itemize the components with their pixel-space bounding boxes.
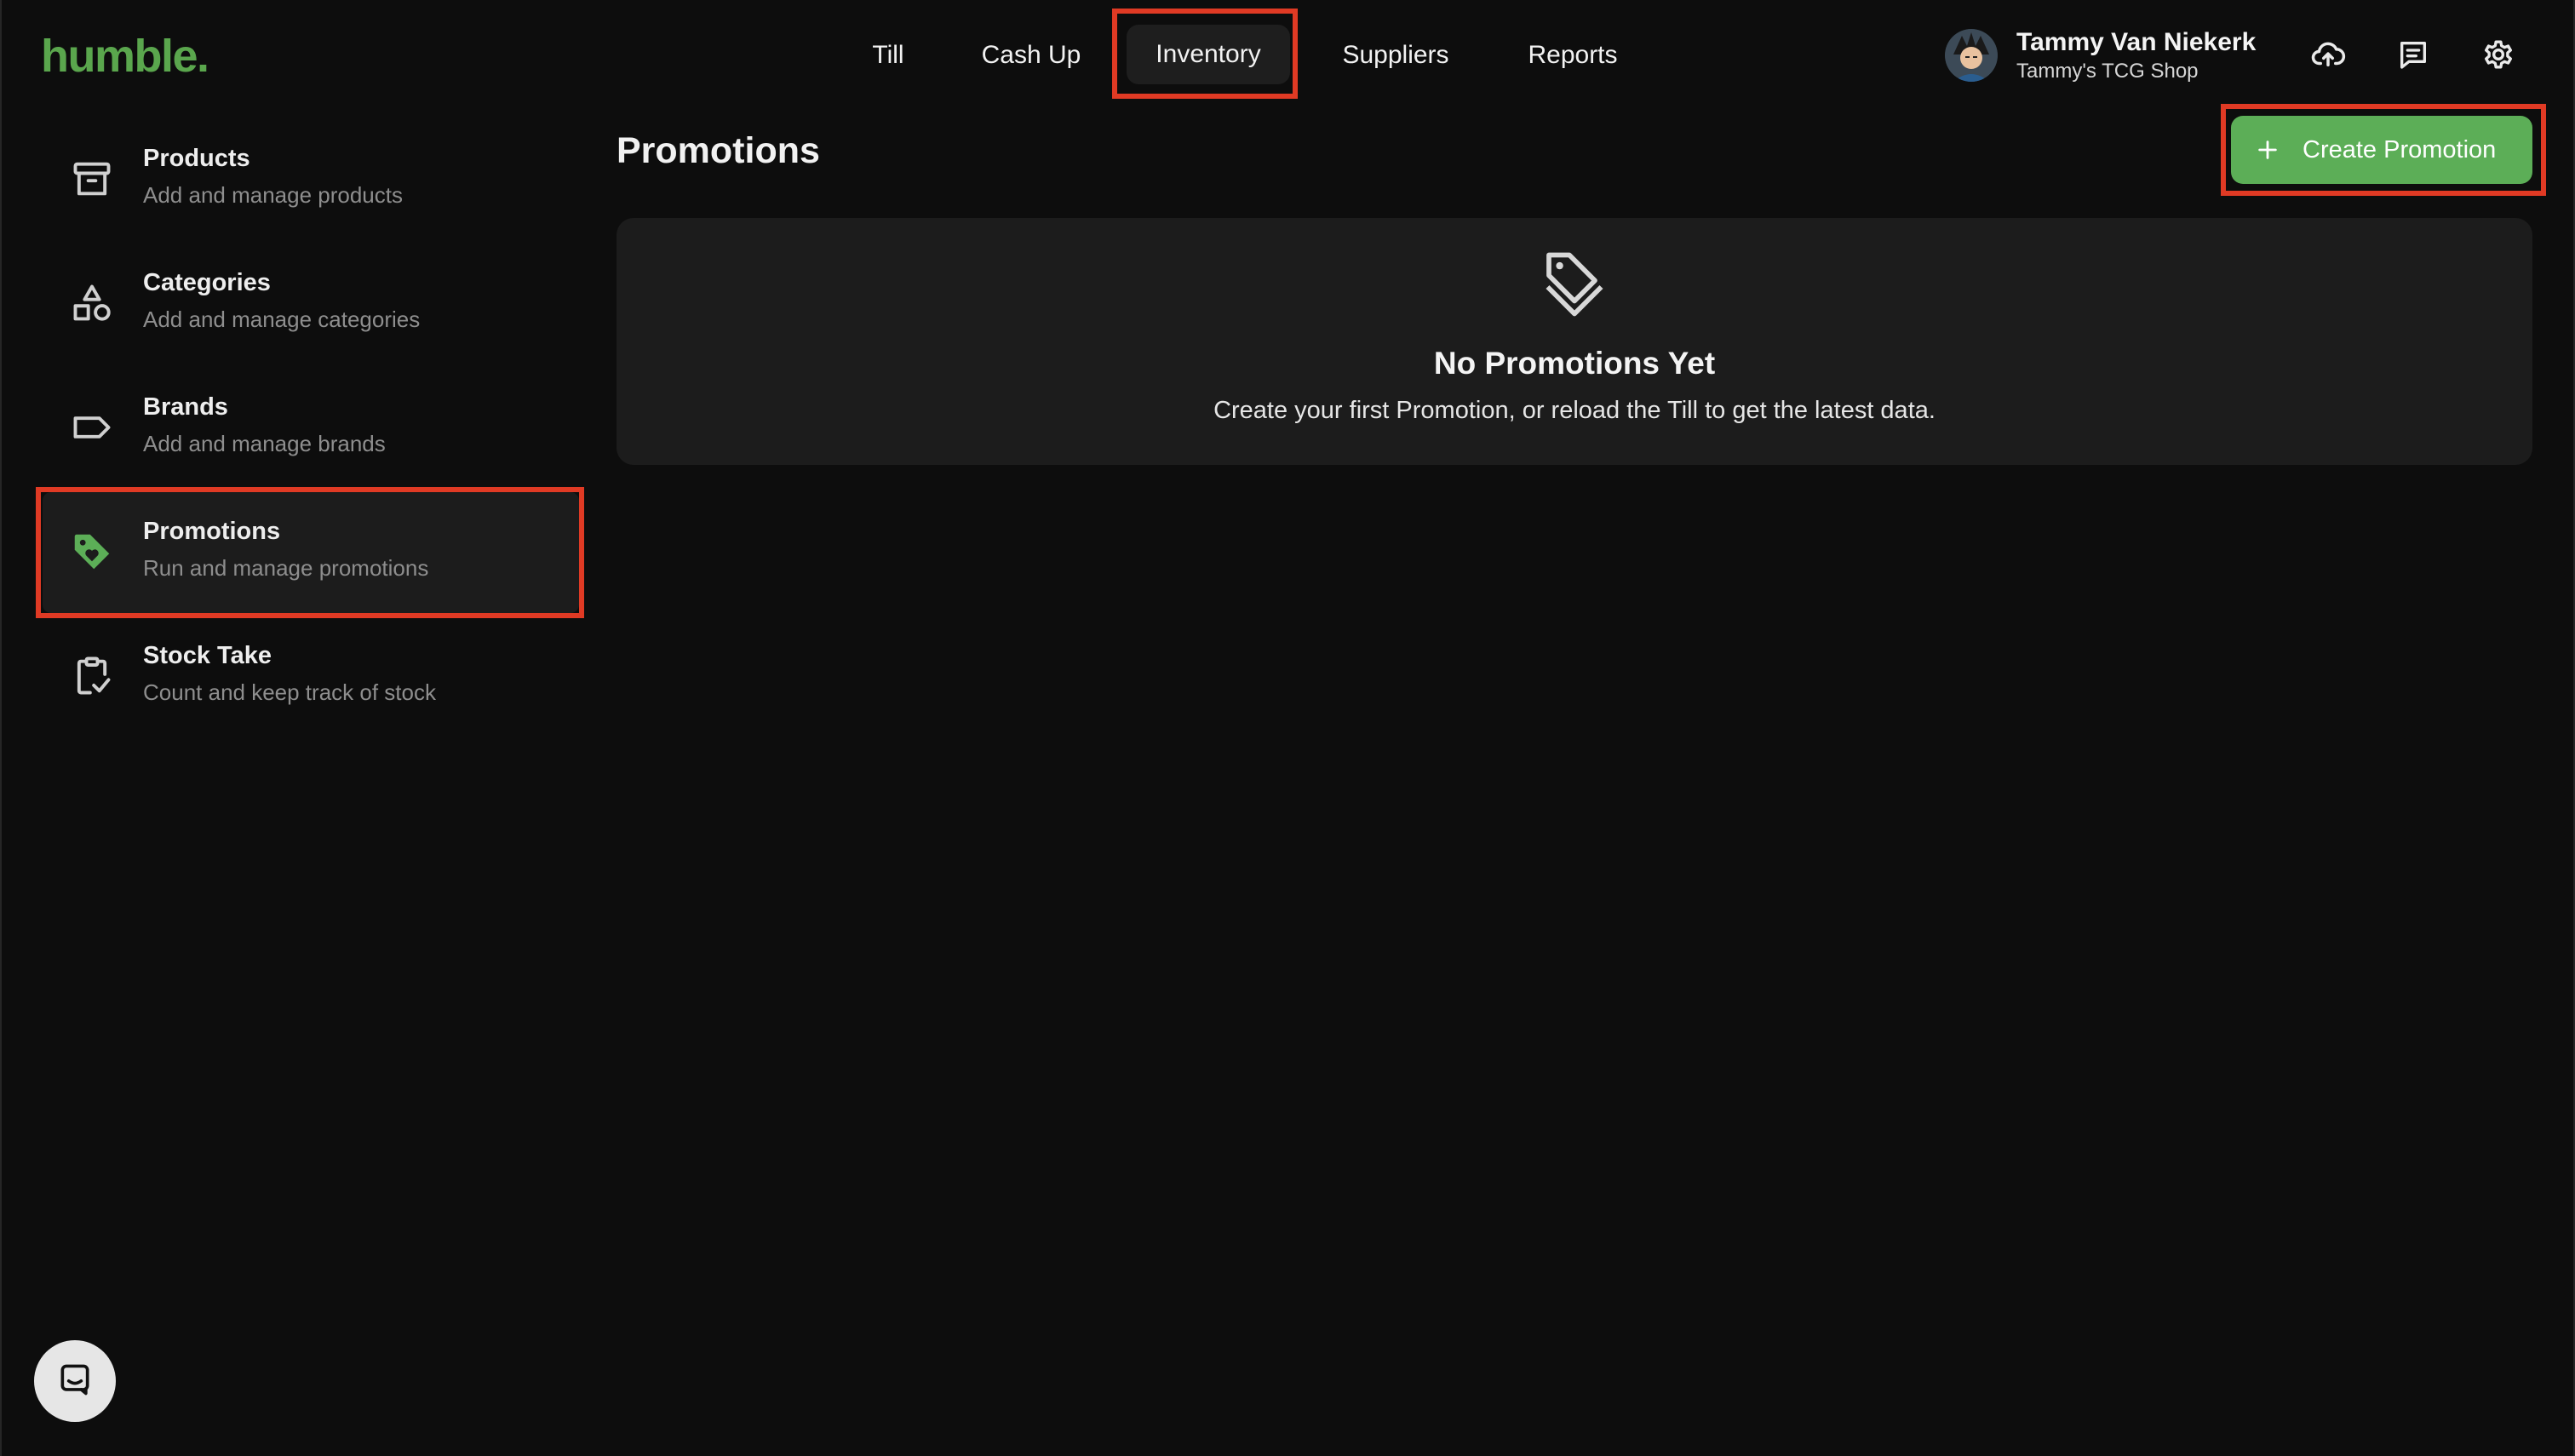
nav-tab-label: Till [872,41,904,69]
sidebar-item-stock-take[interactable]: Stock Take Count and keep track of stock [43,616,579,737]
shop-name: Tammy's TCG Shop [2016,59,2199,83]
nav-tab-inventory[interactable]: Inventory [1122,14,1294,95]
empty-state-title: No Promotions Yet [1433,346,1716,381]
sidebar-item-subtitle: Run and manage promotions [143,555,429,581]
nav-tab-label: Cash Up [981,41,1081,69]
sidebar-item-subtitle: Count and keep track of stock [143,679,436,705]
message-icon[interactable] [2394,36,2432,73]
user-profile[interactable]: Tammy Van Niekerk Tammy's TCG Shop [1945,27,2256,83]
sidebar-item-title: Products [143,145,250,172]
nav-tab-label: Inventory [1127,25,1290,84]
sidebar-item-title: Brands [143,393,228,421]
nav-tab-reports[interactable]: Reports [1497,10,1649,100]
plus-icon [2255,137,2280,163]
sidebar-item-subtitle: Add and manage brands [143,431,386,456]
label-tag-icon [68,404,116,451]
promo-tag-icon [68,528,116,576]
empty-state-card: No Promotions Yet Create your first Prom… [617,218,2532,465]
sidebar-item-products[interactable]: Products Add and manage products [43,119,579,240]
archive-box-icon [68,155,116,203]
nav-tab-label: Suppliers [1342,41,1449,69]
clipboard-check-icon [68,652,116,700]
app-window: humble. Till Cash Up Inventory Suppliers… [0,0,2575,1456]
create-promotion-button[interactable]: Create Promotion [2231,116,2532,184]
page-title: Promotions [617,130,820,171]
nav-tab-till[interactable]: Till [852,10,925,100]
sidebar-item-categories[interactable]: Categories Add and manage categories [43,244,579,364]
shapes-icon [68,279,116,327]
nav-tab-suppliers[interactable]: Suppliers [1325,10,1466,100]
nav-tab-cash-up[interactable]: Cash Up [950,10,1112,100]
nav-tab-label: Reports [1528,41,1618,69]
humble-logo[interactable]: humble. [41,26,209,87]
sidebar-item-subtitle: Add and manage categories [143,307,421,332]
sidebar-item-brands[interactable]: Brands Add and manage brands [43,368,579,489]
sidebar-item-promotions[interactable]: Promotions Run and manage promotions [43,492,579,613]
sidebar-item-title: Promotions [143,518,281,545]
sidebar-item-title: Stock Take [143,642,272,669]
empty-state-message: Create your first Promotion, or reload t… [1213,397,1936,424]
gear-icon[interactable] [2480,36,2517,73]
avatar [1945,29,1998,82]
chat-bubble-icon [56,1361,94,1402]
sidebar-item-title: Categories [143,269,271,296]
sidebar-item-subtitle: Add and manage products [143,182,403,208]
window-edge [0,0,2,1456]
user-name: Tammy Van Niekerk [2016,27,2257,56]
tags-icon [1541,247,1608,322]
create-promotion-label: Create Promotion [2303,135,2497,163]
cloud-upload-icon[interactable] [2309,36,2347,73]
support-chat-button[interactable] [34,1340,116,1422]
